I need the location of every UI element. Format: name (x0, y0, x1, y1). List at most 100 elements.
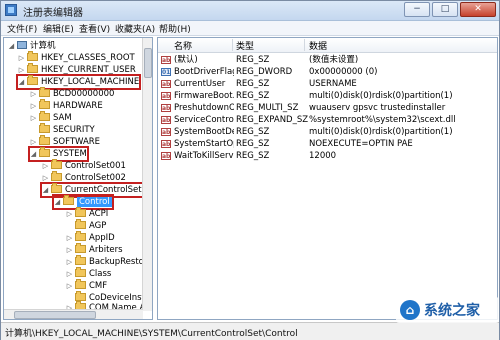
expand-icon[interactable]: ▷ (66, 280, 73, 292)
collapse-icon[interactable]: ◢ (30, 148, 37, 160)
value-data: NOEXECUTE=OPTIN PAE (309, 139, 413, 149)
title-bar[interactable]: 注册表编辑器 − □ ✕ (1, 1, 499, 21)
tree-node-cmf[interactable]: ▷ CMF (66, 279, 108, 292)
expand-icon[interactable]: ▷ (66, 256, 73, 268)
tree-node-acpi[interactable]: ▷ ACPI (66, 207, 108, 220)
tree-node-label: HARDWARE (53, 101, 103, 111)
folder-icon (27, 51, 38, 61)
menu-file[interactable]: 文件(F) (7, 22, 37, 35)
tree-node-label: HKEY_LOCAL_MACHINE (41, 77, 140, 87)
collapse-icon[interactable]: ◢ (8, 40, 15, 52)
value-row[interactable]: 01BootDriverFlagsREG_DWORD 0x00000000 (0) (158, 66, 497, 78)
expand-icon[interactable]: ▷ (18, 52, 25, 64)
tree-node-label: AppID (89, 233, 115, 243)
menu-view[interactable]: 查看(V) (79, 22, 110, 35)
close-button[interactable]: ✕ (460, 2, 496, 17)
scrollbar-thumb[interactable] (14, 311, 96, 319)
column-header-name[interactable]: 名称 (174, 39, 192, 52)
expand-icon[interactable]: ▷ (66, 208, 73, 220)
regedit-icon (5, 4, 17, 16)
values-list[interactable]: 名称 类型 数据 ab (默认) REG_SZ (数值未设置) 01 BootDrive… (157, 37, 498, 320)
value-data: 0x00000000 (0) (309, 67, 378, 77)
string-value-icon: ab (161, 152, 171, 160)
value-data: %systemroot%\system32\scext.dll (309, 115, 456, 125)
tree-node-system[interactable]: ◢ SYSTEM (28, 146, 89, 162)
value-type: REG_SZ (236, 127, 270, 137)
scrollbar-thumb[interactable] (144, 48, 152, 78)
tree-vertical-scrollbar[interactable] (142, 38, 152, 311)
expand-icon[interactable]: ▷ (30, 136, 37, 148)
tree-node-hklm[interactable]: ◢ HKEY_LOCAL_MACHINE (15, 74, 142, 90)
collapse-icon[interactable]: ◢ (18, 76, 25, 88)
value-name: BootDriverFlags (174, 67, 234, 77)
minimize-button[interactable]: − (404, 2, 430, 17)
tree-horizontal-scrollbar[interactable] (4, 309, 143, 319)
string-value-icon: ab (161, 140, 171, 148)
string-value-icon: ab (161, 80, 171, 88)
folder-icon (27, 63, 38, 73)
tree-node-currentcontrolset[interactable]: ◢ CurrentControlSet (40, 182, 144, 198)
tree-node-hkcr[interactable]: ▷ HKEY_CLASSES_ROOT (18, 51, 135, 64)
tree-node-agp[interactable]: AGP (66, 219, 106, 232)
folder-icon (75, 267, 86, 277)
expand-icon[interactable]: ▷ (42, 172, 49, 184)
expand-icon[interactable]: ▷ (30, 88, 37, 100)
value-data: USERNAME (309, 79, 357, 89)
value-type: REG_SZ (236, 79, 270, 89)
list-header: 名称 类型 数据 (158, 38, 497, 53)
tree-node-hkcu[interactable]: ▷ HKEY_CURRENT_USER (18, 63, 136, 76)
value-row[interactable]: abServiceControl...REG_EXPAND_SZ%systemr… (158, 114, 497, 126)
string-value-icon: ab (161, 128, 171, 136)
tree-node-appid[interactable]: ▷ AppID (66, 231, 115, 244)
value-row[interactable]: abSystemBootDe...REG_SZ multi(0)disk(0)rd… (158, 126, 497, 138)
value-name: WaitToKillServi... (174, 151, 234, 161)
folder-icon (39, 87, 50, 97)
collapse-icon[interactable]: ◢ (42, 184, 49, 196)
menu-edit[interactable]: 编辑(E) (43, 22, 74, 35)
tree-node-control[interactable]: ◢ Control (52, 194, 114, 210)
expand-icon[interactable]: ▷ (30, 112, 37, 124)
tree-node-label: SYSTEM (53, 149, 87, 159)
value-row[interactable]: abWaitToKillServi...REG_SZ 12000 (158, 150, 497, 162)
value-row[interactable]: abPreshutdownO...REG_MULTI_SZ wuauserv gp… (158, 102, 497, 114)
menu-favorites[interactable]: 收藏夹(A) (115, 22, 155, 35)
expand-icon[interactable]: ▷ (42, 160, 49, 172)
folder-icon (75, 219, 86, 229)
value-type: REG_SZ (236, 151, 270, 161)
value-row[interactable]: abSystemStartOp...REG_SZ NOEXECUTE=OPTIN… (158, 138, 497, 150)
value-row[interactable]: ab CurrentUser REG_SZ USERNAME (158, 78, 497, 90)
expand-icon[interactable]: ▷ (66, 268, 73, 280)
tree-node-sam[interactable]: ▷ SAM (30, 111, 72, 124)
maximize-button[interactable]: □ (432, 2, 458, 17)
column-header-data[interactable]: 数据 (309, 39, 327, 52)
value-row[interactable]: ab FirmwareBoot... REG_SZ multi(0)disk(0)rd… (158, 90, 497, 102)
tree-root-label: 计算机 (30, 41, 56, 51)
expand-icon[interactable]: ▷ (66, 244, 73, 256)
menu-help[interactable]: 帮助(H) (159, 22, 191, 35)
registry-tree[interactable]: ◢ 计算机 ▷ HKEY_CLASSES_ROOT ▷ HKEY_CURRENT_US… (3, 37, 153, 320)
value-name: ServiceControl... (174, 115, 234, 125)
tree-node-label: Arbiters (89, 245, 123, 255)
value-name: PreshutdownO... (174, 103, 234, 113)
value-type: REG_SZ (236, 91, 270, 101)
registry-editor-window: 注册表编辑器 − □ ✕ 文件(F) 编辑(E) 查看(V) 收藏夹(A) 帮助… (0, 0, 500, 340)
column-divider[interactable] (304, 39, 305, 51)
value-name: (默认) (174, 55, 198, 65)
expand-icon[interactable]: ▷ (30, 100, 37, 112)
tree-node-label: CMF (89, 281, 108, 291)
folder-icon (75, 207, 86, 217)
tree-node-label: ControlSet001 (65, 161, 126, 171)
column-header-type[interactable]: 类型 (236, 39, 254, 52)
value-row[interactable]: ab (默认) REG_SZ (数值未设置) (158, 54, 497, 66)
string-value-icon: ab (161, 104, 171, 112)
column-divider[interactable] (232, 39, 233, 51)
collapse-icon[interactable]: ◢ (54, 196, 61, 208)
tree-node-class[interactable]: ▷ Class (66, 267, 111, 280)
folder-icon (51, 171, 62, 181)
value-type: REG_EXPAND_SZ (236, 115, 309, 125)
binary-value-icon: 01 (161, 68, 171, 76)
value-data: multi(0)disk(0)rdisk(0)partition(1) (309, 91, 453, 101)
expand-icon[interactable]: ▷ (66, 232, 73, 244)
expand-icon[interactable]: ▷ (18, 64, 25, 76)
tree-node-arbiters[interactable]: ▷ Arbiters (66, 243, 123, 256)
